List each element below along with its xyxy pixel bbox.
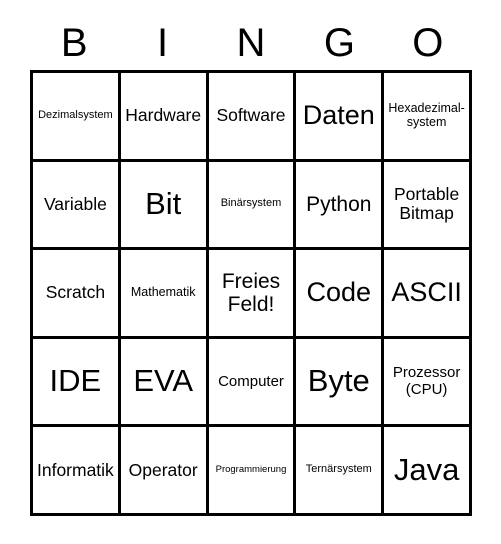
bingo-cell-o1[interactable]: Hexadezimal- system <box>384 73 472 162</box>
bingo-cell-label: Operator <box>128 459 198 480</box>
bingo-cell-g2[interactable]: Python <box>296 161 385 251</box>
bingo-cell-label: Prozessor (CPU) <box>392 364 461 398</box>
bingo-cell-label: Java <box>393 451 460 487</box>
bingo-cell-label: Bit <box>145 185 182 221</box>
bingo-cell-label: Portable Bitmap <box>394 184 460 224</box>
header-letter-g: G <box>323 21 355 65</box>
bingo-cell-label: Informatik <box>36 459 114 480</box>
bingo-cell-b2[interactable]: Variable <box>33 161 121 251</box>
bingo-cell-i2[interactable]: Bit <box>120 161 209 251</box>
bingo-cell-label: Scratch <box>45 282 106 303</box>
bingo-cell-b3[interactable]: Scratch <box>33 250 121 339</box>
bingo-cell-label: Variable <box>43 193 107 214</box>
bingo-cell-o3[interactable]: ASCII <box>384 250 472 339</box>
bingo-cell-free-space[interactable]: Freies Feld! <box>208 250 297 339</box>
bingo-cell-g5[interactable]: Ternärsystem <box>296 427 385 516</box>
bingo-cell-label: Dezimalsystem <box>38 108 113 121</box>
bingo-cell-label: Programmierung <box>215 464 287 476</box>
bingo-cell-label: Hexadezimal- system <box>388 101 465 129</box>
bingo-cell-label: Computer <box>218 372 284 390</box>
header-letter-n: N <box>236 21 266 65</box>
bingo-cell-label: Byte <box>307 363 370 399</box>
bingo-cell-label: Python <box>306 192 372 216</box>
header-letter-o: O <box>412 21 444 65</box>
bingo-cell-label: Ternärsystem <box>305 463 372 476</box>
bingo-cell-b4[interactable]: IDE <box>33 338 121 428</box>
bingo-cell-label: Code <box>306 277 372 308</box>
bingo-cell-o2[interactable]: Portable Bitmap <box>384 161 472 251</box>
bingo-cell-label: Binärsystem <box>220 197 282 210</box>
bingo-card: B I N G O Dezimalsystem Hardware Softwar… <box>0 0 501 544</box>
bingo-cell-label: IDE <box>49 363 102 399</box>
bingo-cell-b5[interactable]: Informatik <box>33 427 121 516</box>
bingo-cell-g1[interactable]: Daten <box>296 73 385 162</box>
bingo-cell-n1[interactable]: Software <box>208 73 297 162</box>
bingo-cell-n4[interactable]: Computer <box>208 338 297 428</box>
bingo-cell-label: Hardware <box>125 105 202 126</box>
bingo-cell-n2[interactable]: Binärsystem <box>208 161 297 251</box>
bingo-cell-i1[interactable]: Hardware <box>120 73 209 162</box>
bingo-grid: Dezimalsystem Hardware Software Daten He… <box>30 70 472 516</box>
bingo-cell-b1[interactable]: Dezimalsystem <box>33 73 121 162</box>
bingo-cell-label: EVA <box>133 363 194 399</box>
bingo-cell-n5[interactable]: Programmierung <box>208 427 297 516</box>
bingo-cell-g3[interactable]: Code <box>296 250 385 339</box>
header-letter-i: I <box>157 21 169 65</box>
bingo-cell-label: ASCII <box>391 277 462 308</box>
bingo-cell-o4[interactable]: Prozessor (CPU) <box>384 338 472 428</box>
bingo-cell-o5[interactable]: Java <box>384 427 472 516</box>
header-letter-b: B <box>60 21 88 65</box>
bingo-cell-i5[interactable]: Operator <box>120 427 209 516</box>
bingo-cell-label: Daten <box>302 100 375 131</box>
bingo-cell-label: Software <box>216 105 286 126</box>
bingo-cell-i4[interactable]: EVA <box>120 338 209 428</box>
free-space-label: Freies Feld! <box>221 269 281 316</box>
bingo-header-row: B I N G O <box>30 16 472 70</box>
bingo-cell-g4[interactable]: Byte <box>296 338 385 428</box>
bingo-cell-i3[interactable]: Mathematik <box>120 250 209 339</box>
bingo-cell-label: Mathematik <box>130 285 196 300</box>
